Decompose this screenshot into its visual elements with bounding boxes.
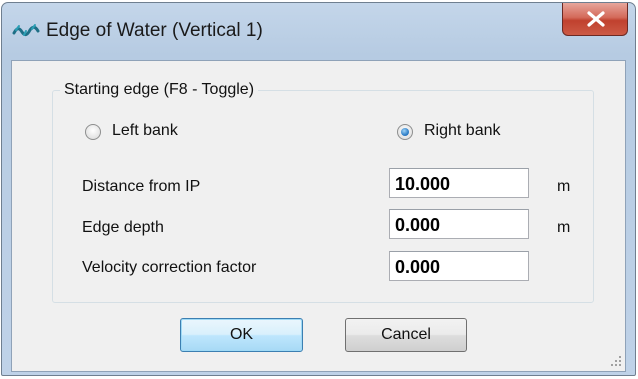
cancel-button[interactable]: Cancel: [345, 318, 467, 352]
wave-app-icon: [12, 21, 40, 41]
radio-right-bank-circle[interactable]: [397, 124, 413, 140]
window-title: Edge of Water (Vertical 1): [46, 20, 263, 41]
close-icon: [587, 11, 605, 27]
distance-unit: m: [557, 178, 571, 195]
distance-input[interactable]: [389, 168, 529, 198]
close-button[interactable]: [562, 3, 628, 36]
distance-label: Distance from IP: [82, 178, 201, 195]
resize-grip-icon[interactable]: [610, 355, 622, 367]
edge-depth-label: Edge depth: [82, 219, 164, 236]
radio-right-bank-label[interactable]: Right bank: [424, 122, 501, 140]
dialog-window: Edge of Water (Vertical 1) Starting edge…: [1, 2, 636, 376]
radio-left-bank-label[interactable]: Left bank: [112, 122, 178, 140]
dialog-client-area: Starting edge (F8 - Toggle) Left bank Ri…: [11, 60, 626, 372]
velocity-factor-input[interactable]: [389, 251, 529, 281]
velocity-factor-label: Velocity correction factor: [82, 259, 257, 276]
edge-depth-unit: m: [557, 219, 571, 236]
edge-depth-input[interactable]: [389, 209, 529, 239]
title-bar[interactable]: Edge of Water (Vertical 1): [2, 3, 635, 61]
ok-button[interactable]: OK: [180, 318, 303, 352]
starting-edge-legend: Starting edge (F8 - Toggle): [60, 81, 259, 99]
radio-left-bank-circle[interactable]: [85, 124, 101, 140]
